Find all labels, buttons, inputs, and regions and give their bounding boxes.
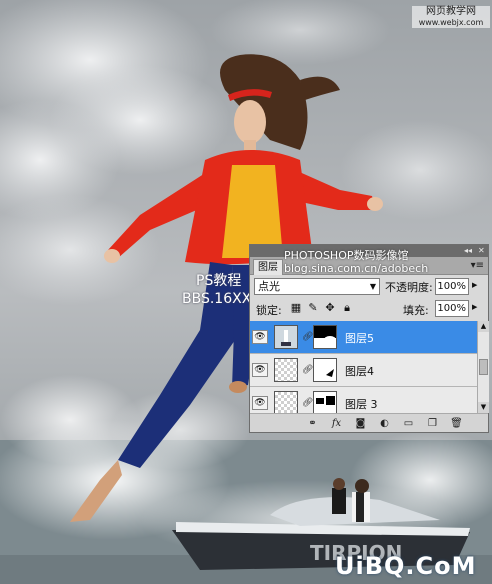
blog-watermark-title: PHOTOSHOP数码影像馆: [284, 249, 409, 262]
group-icon[interactable]: ▭: [402, 417, 415, 430]
layer-mask-image: [314, 336, 336, 348]
tab-layers[interactable]: 图层: [253, 259, 283, 275]
eye-icon[interactable]: 👁︎: [252, 396, 268, 410]
link-layers-icon[interactable]: ⚭: [306, 417, 319, 430]
dropdown-arrow-icon: ▼: [369, 282, 376, 291]
opacity-input[interactable]: 100%: [435, 278, 469, 295]
layer-mask-thumbnail[interactable]: [313, 358, 337, 382]
blend-mode-select[interactable]: 点光 ▼: [254, 278, 380, 295]
layer-name[interactable]: 图层4: [345, 363, 374, 379]
opacity-slider-arrow-icon[interactable]: ▶: [472, 281, 477, 289]
layer-name[interactable]: 图层 3: [345, 396, 378, 412]
layer-row[interactable]: 👁︎ 🔗︎ 图层 3: [250, 387, 477, 413]
layer-thumbnail[interactable]: [274, 358, 298, 382]
close-icon[interactable]: ✕: [478, 245, 485, 256]
eye-icon[interactable]: 👁︎: [252, 363, 268, 377]
fx-icon[interactable]: fx: [330, 417, 343, 430]
layer-list-scrollbar[interactable]: ▲ ▼: [477, 321, 489, 413]
blog-watermark-url: blog.sina.com.cn/adobech: [284, 262, 429, 275]
site-watermark-line1: 网页教学网: [426, 6, 476, 17]
lock-row: 锁定: ▦ ✎ ✥ 🔒︎ 填充: 100% ▶: [250, 298, 488, 320]
collapse-icon[interactable]: ◂◂: [464, 245, 472, 256]
site-watermark-top: 网页教学网 www.webjx.com: [412, 6, 490, 28]
mask-icon[interactable]: ◙: [354, 417, 367, 430]
scroll-up-icon[interactable]: ▲: [478, 321, 489, 332]
adjustment-icon[interactable]: ◐: [378, 417, 391, 430]
scroll-down-icon[interactable]: ▼: [478, 402, 489, 413]
layer-mask-image: [316, 396, 335, 405]
layer-mask-thumbnail[interactable]: [313, 391, 337, 413]
lock-all-icon[interactable]: 🔒︎: [341, 302, 353, 314]
chain-icon[interactable]: 🔗︎: [302, 332, 313, 342]
panel-menu-icon[interactable]: ▾≡: [471, 260, 484, 271]
layer-thumbnail[interactable]: [274, 391, 298, 413]
layers-panel: ◂◂ ✕ 图层 ▾≡ PHOTOSHOP数码影像馆 blog.sina.com.…: [249, 244, 489, 433]
site-watermark-line2: www.webjx.com: [418, 18, 484, 27]
uibq-brand-watermark: UiBQ.CoM: [335, 552, 477, 580]
blend-mode-value: 点光: [258, 280, 280, 293]
layer-thumbnail[interactable]: [274, 325, 298, 349]
layer-list: 👁︎ 🔗︎ 图层5 👁︎ 🔗︎ 图层4 👁︎ 🔗︎ 图层 3: [250, 321, 477, 413]
new-layer-icon[interactable]: ❐: [426, 417, 439, 430]
lock-pixels-icon[interactable]: ✎: [307, 302, 319, 314]
fill-slider-arrow-icon[interactable]: ▶: [472, 303, 477, 311]
blog-watermark: PHOTOSHOP数码影像馆 blog.sina.com.cn/adobech: [284, 249, 428, 275]
layer-name[interactable]: 图层5: [345, 330, 374, 346]
opacity-label: 不透明度:: [385, 281, 433, 294]
layer-thumbnail-image: [275, 326, 297, 348]
layer-mask-thumbnail[interactable]: [313, 325, 337, 349]
fill-input[interactable]: 100%: [435, 300, 469, 317]
lock-position-icon[interactable]: ✥: [324, 302, 336, 314]
fill-label: 填充:: [403, 304, 429, 317]
scroll-thumb[interactable]: [479, 359, 488, 375]
layer-row[interactable]: 👁︎ 🔗︎ 图层5: [250, 321, 477, 354]
eye-icon[interactable]: 👁︎: [252, 330, 268, 344]
chain-icon[interactable]: 🔗︎: [302, 365, 313, 375]
lock-transparency-icon[interactable]: ▦: [290, 302, 302, 314]
blend-row: 点光 ▼ 不透明度: 100% ▶: [250, 275, 488, 298]
trash-icon[interactable]: 🗑︎: [450, 417, 463, 430]
layer-mask-image: [326, 369, 334, 377]
layer-row[interactable]: 👁︎ 🔗︎ 图层4: [250, 354, 477, 387]
chain-icon[interactable]: 🔗︎: [302, 398, 313, 408]
panel-bottom-bar: ⚭ fx ◙ ◐ ▭ ❐ 🗑︎: [250, 413, 488, 432]
lock-label: 锁定:: [256, 304, 282, 317]
